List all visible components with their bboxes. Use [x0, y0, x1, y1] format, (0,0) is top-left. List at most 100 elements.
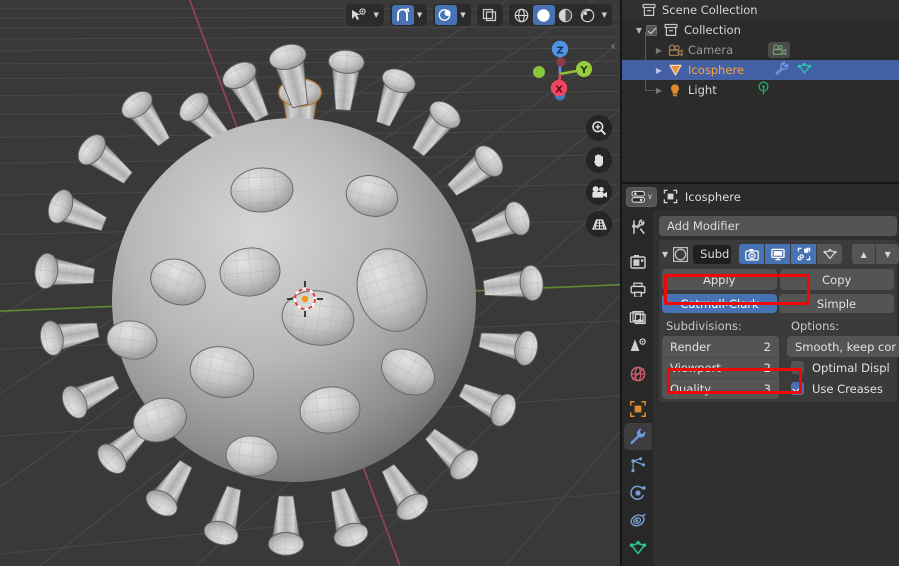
shading-material-preview-icon[interactable] — [555, 5, 577, 25]
visibility-selectability-icon[interactable] — [348, 5, 370, 25]
shading-dropdown-caret[interactable]: ▼ — [599, 11, 610, 19]
tab-output[interactable] — [624, 276, 652, 303]
modifier-display-toggles[interactable] — [739, 244, 843, 264]
move-modifier-up-button[interactable]: ▲ — [852, 244, 876, 264]
toggle-on-cage-display[interactable] — [817, 244, 843, 264]
outliner-tree[interactable]: Scene Collection ▼ Collection ▶ Camera ▶… — [622, 0, 899, 100]
object-icon — [663, 189, 679, 204]
properties-editor[interactable]: ∨ Icosphere Add Modifier ▼ Subd ▲ ▼ Appl… — [620, 182, 899, 566]
chevron-down-icon[interactable]: ▼ — [632, 26, 646, 35]
outliner-row-scene-collection[interactable]: Scene Collection — [622, 0, 899, 20]
camera-view-icon[interactable] — [586, 179, 612, 205]
shading-group[interactable]: ▼ — [508, 4, 612, 26]
outliner-editor[interactable]: Scene Collection ▼ Collection ▶ Camera ▶… — [620, 0, 899, 182]
checkbox-label: Optimal Displ — [812, 360, 890, 375]
toggle-realtime-visibility[interactable] — [765, 244, 791, 264]
blender-window: ▼ ▼ ▼ ▼ Z Y X ‹ Scene Collection ▼ Colle… — [0, 0, 899, 566]
checkbox-use-creases[interactable]: Use Creases — [787, 378, 899, 399]
outliner-row-icosphere[interactable]: ▶ Icosphere — [622, 60, 899, 80]
collection-visibility-checkbox[interactable] — [646, 24, 657, 36]
tab-constraints[interactable] — [624, 507, 652, 534]
proportional-editing-icon[interactable] — [435, 5, 458, 25]
properties-editor-icon — [630, 190, 646, 204]
breadcrumb: Icosphere — [684, 189, 741, 204]
visibility-group[interactable]: ▼ — [346, 4, 384, 26]
outliner-row-light[interactable]: ▶ Light — [622, 80, 899, 100]
apply-button[interactable]: Apply — [662, 269, 777, 290]
subdivisions-column: Subdivisions: Render 2 Viewport 2 Qualit… — [662, 319, 779, 399]
tab-tool[interactable] — [624, 213, 652, 240]
mode-catmull-clark[interactable]: Catmull-Clark — [662, 294, 777, 313]
add-modifier-button[interactable]: Add Modifier — [659, 216, 897, 236]
field-value: 2 — [763, 339, 771, 354]
chevron-down-icon[interactable]: ▼ — [662, 250, 668, 259]
navigation-gizmo[interactable]: Z Y X — [522, 34, 598, 110]
outliner-row-data-icons[interactable] — [768, 42, 790, 58]
field-render-subdivisions[interactable]: Render 2 — [662, 336, 779, 357]
3d-viewport[interactable]: ▼ ▼ ▼ ▼ Z Y X ‹ — [0, 0, 620, 566]
checkbox-box[interactable] — [791, 361, 804, 374]
pan-tool-icon[interactable] — [586, 147, 612, 173]
modifier-header[interactable]: ▼ Subd ▲ ▼ — [662, 243, 899, 265]
tab-modifiers[interactable] — [623, 423, 652, 450]
move-modifier-down-button[interactable]: ▼ — [876, 244, 899, 264]
camera-data-icon[interactable] — [768, 42, 790, 58]
mesh-data-icon[interactable] — [797, 62, 812, 79]
properties-tab-column[interactable] — [622, 210, 653, 566]
snap-dropdown-caret[interactable]: ▼ — [414, 11, 425, 19]
field-viewport-subdivisions[interactable]: Viewport 2 — [662, 357, 779, 378]
xray-group[interactable] — [476, 4, 503, 26]
chevron-right-icon[interactable]: ▶ — [652, 86, 666, 95]
checkbox-box[interactable] — [791, 382, 804, 395]
uv-smooth-dropdown[interactable]: Smooth, keep cor — [787, 336, 899, 357]
tab-world[interactable] — [624, 360, 652, 387]
chevron-right-icon[interactable]: ▶ — [652, 66, 666, 75]
tab-object-data[interactable] — [624, 535, 652, 562]
modifier-wrench-icon[interactable] — [774, 61, 789, 79]
mesh-triangle-icon — [666, 62, 684, 78]
modifier-move-buttons[interactable]: ▲ ▼ — [852, 244, 899, 264]
modifier-action-buttons[interactable]: Apply Copy — [662, 269, 894, 290]
viewport-nav-buttons[interactable] — [586, 115, 612, 237]
outliner-row-camera[interactable]: ▶ Camera — [622, 40, 899, 60]
tab-particles[interactable] — [624, 451, 652, 478]
properties-header[interactable]: ∨ Icosphere — [622, 184, 899, 210]
modifier-name-field[interactable]: Subd — [693, 244, 732, 264]
shading-solid-icon[interactable] — [532, 5, 555, 25]
toggle-edit-mode-display[interactable] — [791, 244, 817, 264]
properties-body[interactable]: Add Modifier ▼ Subd ▲ ▼ Apply Copy Catmu… — [653, 210, 899, 566]
sidebar-collapse-arrow[interactable]: ‹ — [607, 37, 619, 55]
snap-group[interactable]: ▼ — [389, 4, 428, 26]
tab-scene[interactable] — [624, 332, 652, 359]
editor-type-selector[interactable]: ∨ — [626, 186, 657, 207]
subdivision-mode-tabs[interactable]: Catmull-Clark Simple — [662, 294, 894, 313]
snap-magnet-icon[interactable] — [391, 5, 414, 25]
toggle-xray-icon[interactable] — [479, 5, 501, 25]
toggle-orthographic-icon[interactable] — [586, 211, 612, 237]
tab-view-layer[interactable] — [624, 304, 652, 331]
light-data-icon[interactable] — [756, 81, 771, 99]
proportional-group[interactable]: ▼ — [433, 4, 471, 26]
editor-type-caret[interactable]: ∨ — [647, 192, 653, 201]
viewport-header-toolbar[interactable]: ▼ ▼ ▼ ▼ — [346, 3, 612, 27]
tab-render[interactable] — [624, 248, 652, 275]
checkbox-optimal-display[interactable]: Optimal Displ — [787, 357, 899, 378]
tab-object[interactable] — [624, 395, 652, 422]
modifier-settings-columns: Subdivisions: Render 2 Viewport 2 Qualit… — [662, 319, 899, 399]
outliner-row-data-icons[interactable] — [774, 61, 812, 79]
shading-wireframe-icon[interactable] — [511, 5, 533, 25]
chevron-right-icon[interactable]: ▶ — [652, 46, 666, 55]
field-quality[interactable]: Quality 3 — [662, 378, 779, 399]
toggle-render-visibility[interactable] — [739, 244, 765, 264]
zoom-tool-icon[interactable] — [586, 115, 612, 141]
copy-button[interactable]: Copy — [779, 269, 894, 290]
visibility-dropdown-caret[interactable]: ▼ — [370, 11, 381, 19]
outliner-row-collection[interactable]: ▼ Collection — [622, 20, 899, 40]
tab-physics[interactable] — [624, 479, 652, 506]
outliner-row-data-icons[interactable] — [756, 81, 771, 99]
proportional-dropdown-caret[interactable]: ▼ — [457, 11, 468, 19]
mode-simple[interactable]: Simple — [779, 294, 894, 313]
modifier-panel-subsurf[interactable]: ▼ Subd ▲ ▼ Apply Copy Catmull-Clark Simp… — [659, 240, 899, 402]
shading-rendered-icon[interactable] — [577, 5, 599, 25]
camera-object-icon — [666, 42, 684, 58]
